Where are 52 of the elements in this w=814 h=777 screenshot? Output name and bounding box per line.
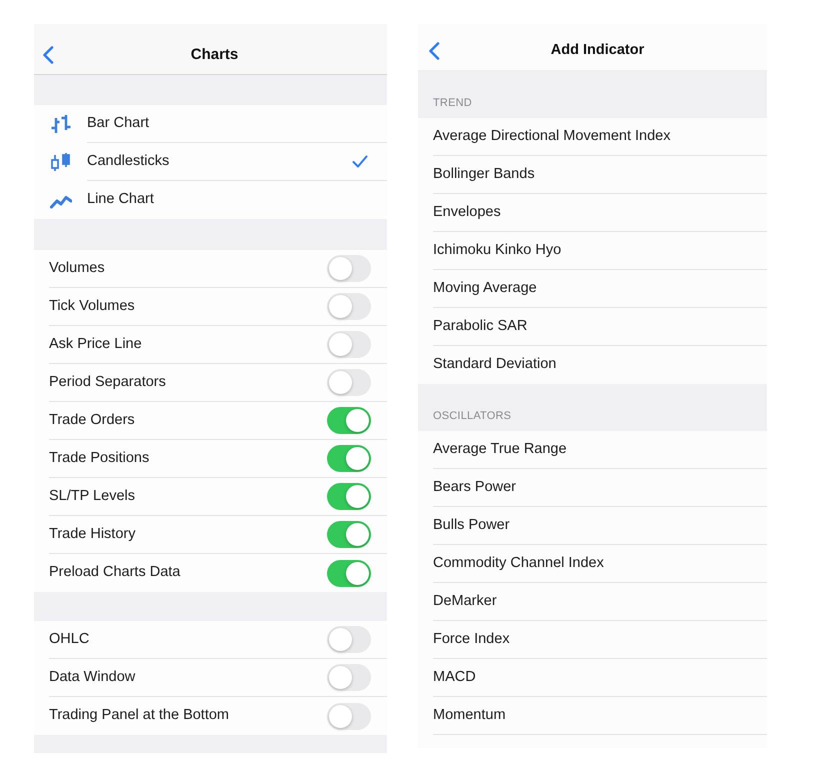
back-button[interactable] (42, 46, 54, 64)
indicator-list-item[interactable]: Ichimoku Kinko Hyo (433, 232, 767, 270)
chart-type-option[interactable]: Line Chart (34, 181, 387, 219)
indicator-list-item[interactable]: Bollinger Bands (433, 156, 767, 194)
toggle-switch[interactable] (327, 521, 371, 548)
setting-label: Data Window (49, 668, 136, 687)
setting-label: Preload Charts Data (49, 563, 180, 582)
indicator-list-item[interactable]: Bulls Power (433, 507, 767, 545)
indicator-list-item[interactable]: Moving Average (433, 270, 767, 308)
setting-label: Ask Price Line (49, 334, 142, 354)
screen-title: Charts (190, 44, 238, 65)
toggle-switch[interactable] (327, 407, 371, 434)
back-button[interactable] (428, 42, 440, 60)
indicator-list-item[interactable]: Parabolic SAR (433, 308, 767, 346)
indicator-list-item[interactable]: Bears Power (433, 469, 767, 507)
indicator-list-item[interactable]: Average Directional Movement Index (433, 118, 767, 156)
chart-type-option[interactable]: Bar Chart (34, 105, 387, 143)
setting-label: SL/TP Levels (49, 486, 135, 506)
setting-label: Tick Volumes (49, 296, 135, 316)
indicator-list-item[interactable]: Average True Range (433, 431, 767, 469)
toggle-switch[interactable] (327, 331, 371, 358)
indicator-list-item[interactable]: Commodity Channel Index (433, 545, 767, 583)
indicator-list-item[interactable]: MACD (433, 659, 767, 697)
toggle-switch[interactable] (327, 293, 371, 320)
indicator-list-item[interactable]: DeMarker (433, 583, 767, 621)
indicator-list-item[interactable]: Standard Deviation (433, 346, 767, 384)
setting-label: Trade Positions (49, 448, 150, 468)
toggle-switch[interactable] (327, 369, 371, 396)
toggle-switch[interactable] (327, 626, 371, 653)
toggle-switch[interactable] (327, 255, 371, 282)
back-icon (42, 46, 54, 64)
chart-type-option[interactable]: Candlesticks (34, 143, 387, 181)
section-header: TREND (433, 96, 472, 110)
screen-title: Add Indicator (550, 41, 644, 60)
setting-label: Volumes (49, 258, 105, 278)
back-icon (428, 42, 440, 60)
toggle-switch[interactable] (327, 445, 371, 472)
setting-label: OHLC (49, 630, 90, 649)
bar-chart-icon (50, 114, 72, 134)
toggle-switch[interactable] (327, 702, 371, 730)
toggle-switch[interactable] (327, 560, 371, 586)
toggle-switch[interactable] (327, 483, 371, 510)
candlestick-icon (50, 152, 72, 172)
indicator-list-item[interactable]: Force Index (433, 621, 767, 659)
setting-label: Period Separators (49, 372, 166, 392)
section-header: OSCILLATORS (433, 408, 512, 424)
indicator-list-item[interactable]: Momentum (433, 697, 767, 735)
setting-label: Trading Panel at the Bottom (49, 706, 230, 726)
setting-label: Trade Orders (49, 410, 135, 430)
setting-label: Trade History (49, 524, 136, 544)
indicator-list-item[interactable]: Envelopes (433, 194, 767, 232)
toggle-switch[interactable] (327, 664, 371, 691)
